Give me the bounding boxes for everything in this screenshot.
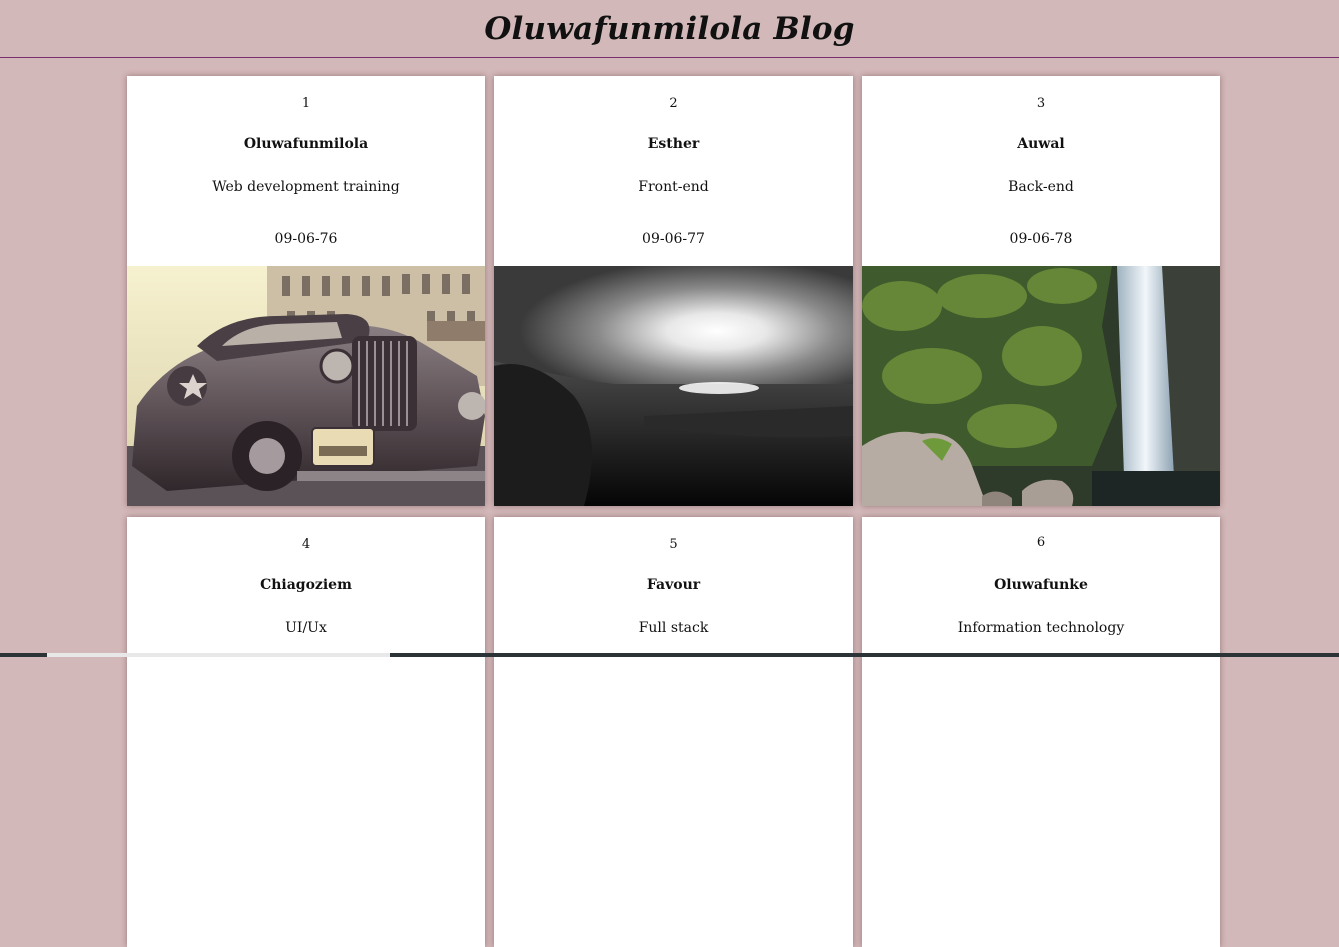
card-author-name: Favour bbox=[646, 577, 701, 593]
card-date: 09-06-77 bbox=[642, 231, 705, 247]
card-author-name: Oluwafunmilola bbox=[243, 136, 369, 152]
blog-card[interactable]: 5 Favour Full stack bbox=[494, 517, 853, 947]
blog-card[interactable]: 3 Auwal Back-end 09-06-78 bbox=[862, 76, 1220, 506]
card-number: 3 bbox=[1036, 96, 1046, 111]
sunset-field-photo bbox=[494, 266, 853, 506]
card-number: 1 bbox=[301, 96, 311, 111]
card-number: 6 bbox=[1036, 535, 1046, 550]
blog-card[interactable]: 2 Esther Front-end 09-06-77 bbox=[494, 76, 853, 506]
card-role: Full stack bbox=[638, 620, 709, 636]
page-title: Oluwafunmilola Blog bbox=[484, 10, 855, 47]
blog-card[interactable]: 6 Oluwafunke Information technology bbox=[862, 517, 1220, 947]
card-author-name: Chiagoziem bbox=[260, 577, 352, 593]
blog-card[interactable]: 4 Chiagoziem UI/Ux bbox=[127, 517, 485, 947]
card-author-name: Auwal bbox=[1017, 136, 1065, 152]
card-date: 09-06-78 bbox=[1009, 231, 1073, 247]
card-date: 09-06-76 bbox=[274, 231, 338, 247]
card-role: Front-end bbox=[638, 179, 709, 195]
card-role: Back-end bbox=[1008, 179, 1074, 195]
vintage-car-photo bbox=[127, 266, 485, 506]
card-role: Web development training bbox=[212, 179, 400, 195]
card-role: Information technology bbox=[957, 620, 1125, 636]
blog-card-grid: 1 Oluwafunmilola Web development trainin… bbox=[127, 76, 1220, 947]
card-number: 5 bbox=[669, 537, 678, 552]
card-number: 2 bbox=[669, 96, 678, 111]
waterfall-photo bbox=[862, 266, 1220, 506]
card-number: 4 bbox=[301, 537, 311, 552]
taskbar-segment bbox=[47, 653, 390, 657]
card-author-name: Esther bbox=[647, 136, 700, 152]
site-header: Oluwafunmilola Blog bbox=[0, 0, 1339, 58]
taskbar-strip bbox=[0, 653, 1339, 657]
blog-card[interactable]: 1 Oluwafunmilola Web development trainin… bbox=[127, 76, 485, 506]
card-role: UI/Ux bbox=[285, 620, 327, 636]
card-author-name: Oluwafunke bbox=[994, 577, 1088, 593]
